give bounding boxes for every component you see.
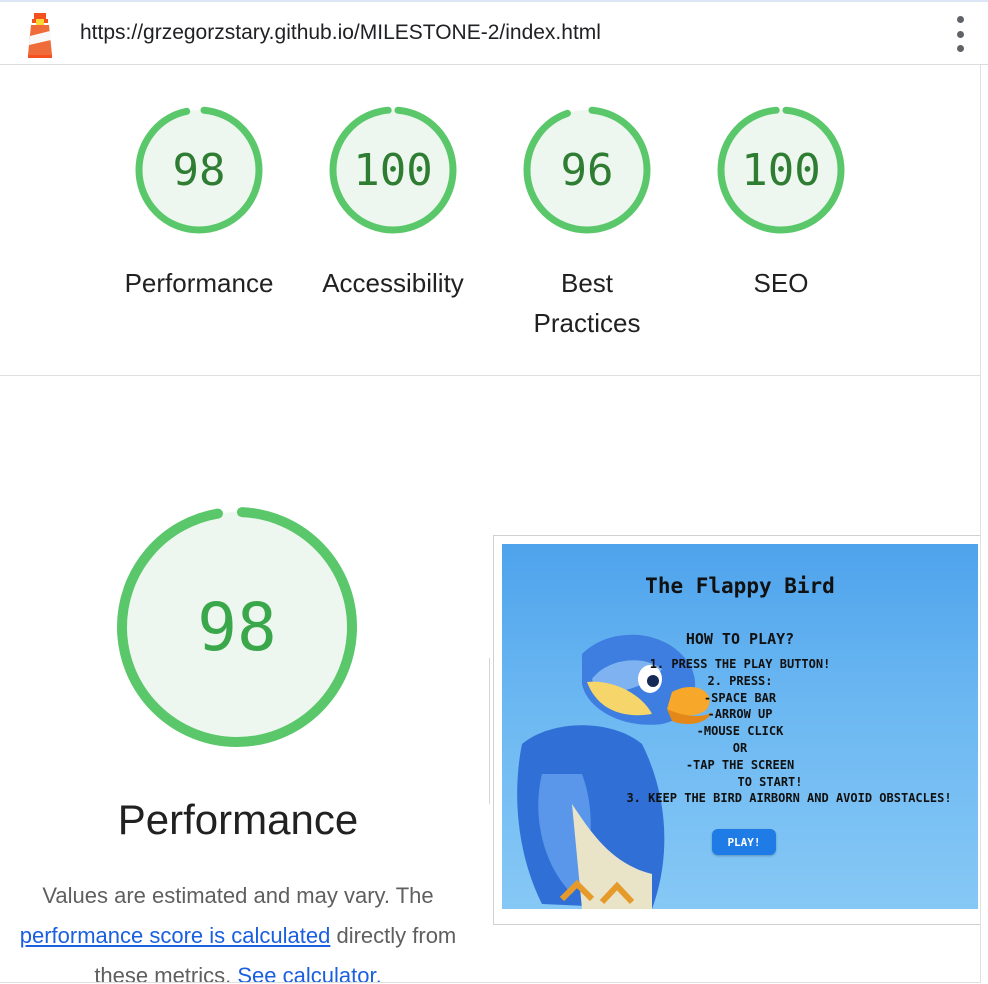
desc-text-3: these metrics. <box>94 963 232 983</box>
performance-score-value: 98 <box>197 589 276 666</box>
score-calculated-link[interactable]: performance score is calculated <box>20 923 331 948</box>
score-value: 100 <box>353 145 432 196</box>
page-url[interactable]: https://grzegorzstary.github.io/MILESTON… <box>80 21 601 45</box>
score-ring: 100 <box>329 106 457 234</box>
score-value: 96 <box>561 145 614 196</box>
score-label: Accessibility <box>322 268 464 298</box>
desc-text-2: directly from <box>336 923 457 948</box>
gauge-best-practices[interactable]: 96 Best Practices <box>497 105 677 343</box>
game-instructions: 1. PRESS THE PLAY BUTTON! 2. PRESS: -SPA… <box>502 656 978 807</box>
gauge-accessibility[interactable]: 100 Accessibility <box>303 105 483 303</box>
url-bar: https://grzegorzstary.github.io/MILESTON… <box>0 2 988 65</box>
gauge-seo[interactable]: 100 SEO <box>691 105 871 303</box>
performance-title: Performance <box>117 796 359 843</box>
instruction-line: TO START! <box>737 774 803 789</box>
final-screenshot[interactable]: The Flappy Bird HOW TO PLAY? 1. PRESS TH… <box>493 535 980 925</box>
instruction-line: 1. PRESS THE PLAY BUTTON! <box>649 657 831 671</box>
scores-summary: 98 Performance 100 Accessibility 96 Best… <box>0 65 981 376</box>
game-howto: HOW TO PLAY? <box>685 630 795 648</box>
instruction-line: -TAP THE SCREEN <box>685 757 795 772</box>
instruction-line: 3. KEEP THE BIRD AIRBORN AND AVOID OBSTA… <box>626 791 952 806</box>
performance-big-gauge: 98 <box>117 507 357 747</box>
divider <box>489 658 490 804</box>
score-ring: 98 <box>135 106 263 234</box>
score-label: Best Practices <box>533 268 641 338</box>
score-ring: 96 <box>523 106 651 234</box>
desc-text-1: Values are estimated and may vary. The <box>42 883 434 908</box>
score-label: Performance <box>124 268 274 298</box>
see-calculator-link[interactable]: See calculator. <box>237 963 381 982</box>
instruction-line: -MOUSE CLICK <box>696 724 784 739</box>
screenshot-image: The Flappy Bird HOW TO PLAY? 1. PRESS TH… <box>502 544 978 909</box>
vertical-dots-icon[interactable] <box>950 16 970 52</box>
score-ring: 100 <box>717 106 845 234</box>
score-value: 98 <box>173 145 226 196</box>
score-value: 100 <box>741 145 820 196</box>
instruction-line: 2. PRESS: <box>707 673 773 688</box>
performance-section: 98 Performance Values are estimated and … <box>0 376 981 983</box>
performance-description: Values are estimated and may vary. The p… <box>0 876 480 983</box>
gauge-performance[interactable]: 98 Performance <box>109 105 289 303</box>
instruction-line: -ARROW UP <box>707 707 773 722</box>
instruction-line: OR <box>732 740 748 755</box>
instruction-line: -SPACE BAR <box>703 690 777 705</box>
play-button[interactable]: PLAY! <box>712 829 776 855</box>
game-title: The Flappy Bird <box>645 574 835 598</box>
lighthouse-icon <box>28 13 52 58</box>
score-label: SEO <box>753 268 809 298</box>
